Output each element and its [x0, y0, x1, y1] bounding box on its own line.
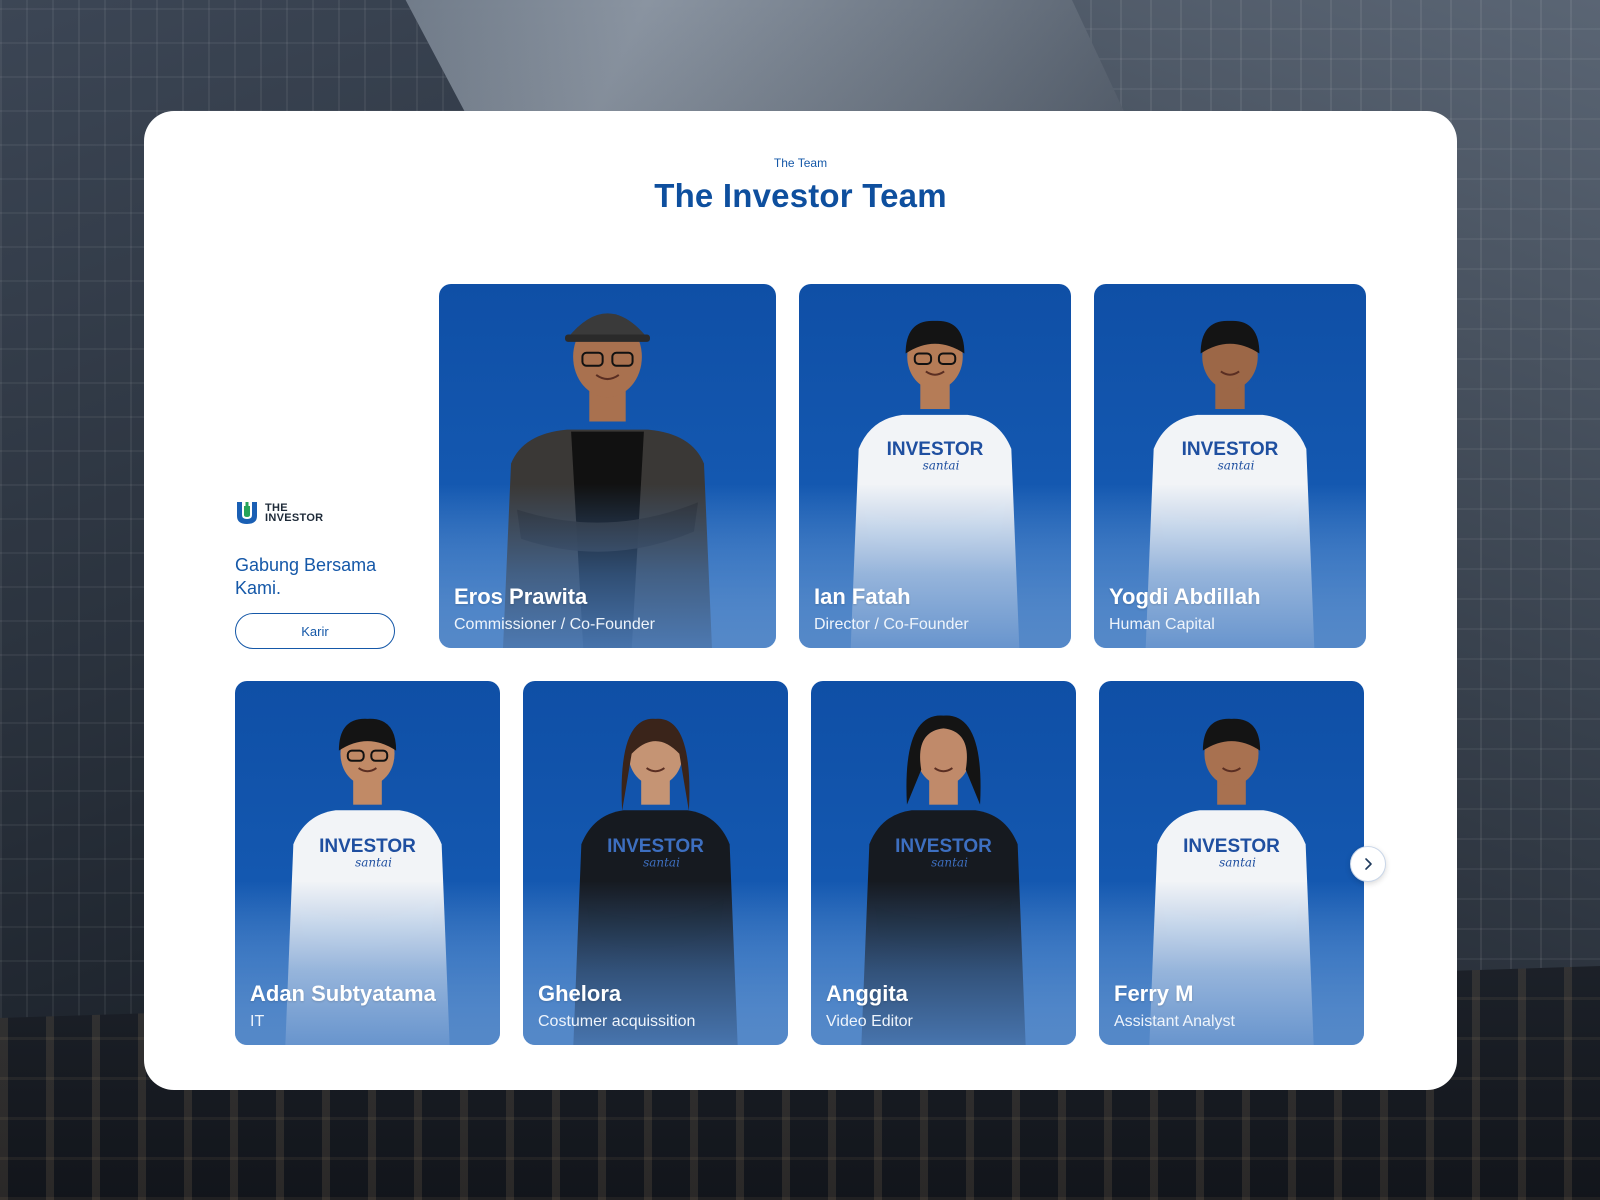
- svg-text:santai: santai: [931, 856, 968, 870]
- team-card[interactable]: INVESTOR santai Ian Fatah Director / Co-Fou…: [799, 284, 1071, 648]
- svg-text:INVESTOR: INVESTOR: [1183, 836, 1280, 857]
- svg-text:santai: santai: [1218, 459, 1255, 473]
- team-card[interactable]: Eros Prawita Commissioner / Co-Founder: [439, 284, 776, 648]
- team-member-role: Commissioner / Co-Founder: [454, 616, 655, 633]
- brand-logo: THE INVESTOR: [235, 500, 405, 526]
- team-member-name: Ian Fatah: [814, 584, 911, 609]
- team-card[interactable]: INVESTOR santai Ferry M Assistant Analyst: [1099, 681, 1364, 1045]
- team-card[interactable]: INVESTOR santai Yogdi Abdillah Human Capita…: [1094, 284, 1366, 648]
- team-member-name: Eros Prawita: [454, 584, 588, 609]
- svg-text:santai: santai: [923, 459, 960, 473]
- card-gradient: [235, 881, 500, 1045]
- team-member-role: Costumer acquissition: [538, 1013, 696, 1030]
- team-member-role: Director / Co-Founder: [814, 616, 969, 633]
- team-member-name: Anggita: [826, 981, 908, 1006]
- team-member-name: Adan Subtyatama: [250, 981, 436, 1006]
- svg-text:INVESTOR: INVESTOR: [887, 439, 984, 460]
- brand-wordmark: THE INVESTOR: [265, 503, 324, 524]
- team-member-name: Ferry M: [1114, 981, 1194, 1006]
- page-title: The Investor Team: [654, 177, 947, 214]
- carousel-next-button[interactable]: [1350, 846, 1386, 882]
- svg-text:santai: santai: [643, 856, 680, 870]
- svg-text:INVESTOR: INVESTOR: [1182, 439, 1279, 460]
- svg-text:santai: santai: [355, 856, 392, 870]
- svg-text:INVESTOR: INVESTOR: [319, 836, 416, 857]
- team-member-role: Assistant Analyst: [1114, 1013, 1235, 1030]
- chevron-right-icon: [1365, 858, 1372, 870]
- team-card[interactable]: INVESTOR santai Adan Subtyatama IT: [235, 681, 500, 1045]
- team-card[interactable]: INVESTOR santai Anggita Video Editor: [811, 681, 1076, 1045]
- team-panel: The Team The Investor Team THE INVESTOR …: [144, 111, 1457, 1090]
- team-card[interactable]: INVESTOR santai Ghelora Costumer acquissiti…: [523, 681, 788, 1045]
- join-text: Gabung Bersama Kami.: [235, 555, 377, 598]
- team-member-name: Ghelora: [538, 981, 622, 1006]
- team-member-role: IT: [250, 1013, 265, 1030]
- karir-button[interactable]: Karir: [235, 613, 395, 649]
- brand-line-2: INVESTOR: [265, 512, 324, 524]
- svg-text:santai: santai: [1219, 856, 1256, 870]
- section-eyebrow: The Team: [773, 156, 828, 170]
- team-member-role: Human Capital: [1109, 616, 1215, 633]
- team-member-name: Yogdi Abdillah: [1109, 584, 1261, 609]
- team-member-role: Video Editor: [826, 1013, 913, 1030]
- investor-logo-icon: [237, 502, 257, 524]
- svg-text:INVESTOR: INVESTOR: [895, 836, 992, 857]
- svg-text:INVESTOR: INVESTOR: [607, 836, 704, 857]
